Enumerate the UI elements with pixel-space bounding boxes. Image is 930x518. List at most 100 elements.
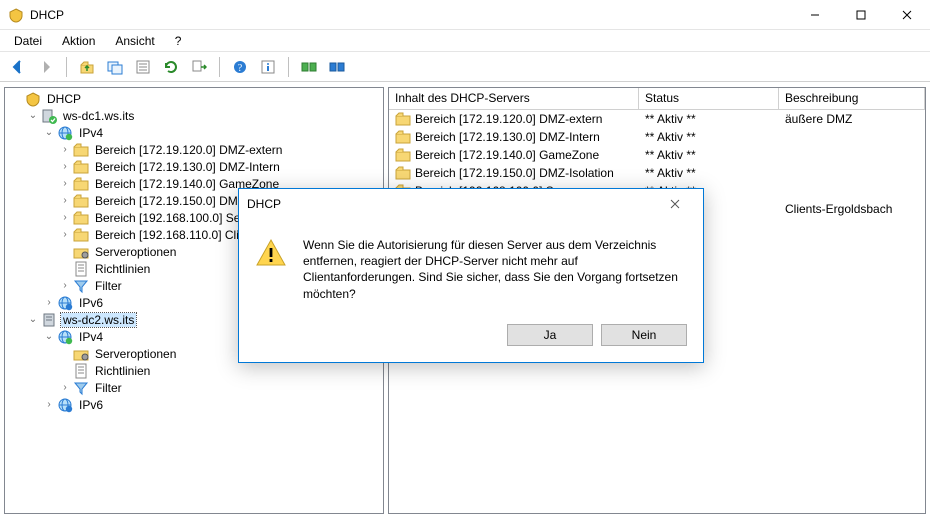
minimize-button[interactable] — [792, 0, 838, 30]
cell-status: ** Aktiv ** — [645, 112, 696, 126]
scope-icon — [73, 210, 89, 226]
export-icon — [191, 59, 207, 75]
forward-icon — [38, 59, 54, 75]
expander-icon[interactable]: › — [41, 295, 57, 311]
titlebar: DHCP — [0, 0, 930, 30]
tree-node-label: Serveroptionen — [93, 347, 178, 361]
expander-icon[interactable]: › — [41, 397, 57, 413]
expander-icon[interactable]: ⌄ — [41, 125, 57, 141]
tree-node-label: Richtlinien — [93, 262, 152, 276]
menubar: Datei Aktion Ansicht ? — [0, 30, 930, 52]
list-header: Inhalt des DHCP-Servers Status Beschreib… — [389, 88, 925, 110]
expander-icon[interactable]: › — [57, 278, 73, 294]
expander-icon[interactable]: › — [57, 380, 73, 396]
tree-node[interactable]: ›Bereich [172.19.120.0] DMZ-extern — [5, 141, 383, 158]
dhcp-blue-icon — [329, 59, 345, 75]
tree-node[interactable]: › IPv6 — [5, 396, 383, 413]
list-row[interactable]: Bereich [172.19.120.0] DMZ-extern** Akti… — [389, 110, 925, 128]
forward-button[interactable] — [34, 55, 58, 79]
list-row[interactable]: Bereich [172.19.140.0] GameZone ** Aktiv … — [389, 146, 925, 164]
info-icon — [260, 59, 276, 75]
cell-contents: Bereich [172.19.140.0] GameZone — [415, 148, 599, 162]
options-icon — [73, 244, 89, 260]
list-row[interactable]: Bereich [172.19.150.0] DMZ-Isolation** A… — [389, 164, 925, 182]
expander-icon[interactable]: ⌄ — [25, 312, 41, 328]
ipv4-icon — [57, 329, 73, 345]
tree-node-label: Bereich [172.19.130.0] DMZ-Intern — [93, 160, 282, 174]
expander-icon[interactable]: › — [57, 193, 73, 209]
tree-node-label: Richtlinien — [93, 364, 152, 378]
dhcp-root-icon — [25, 91, 41, 107]
tree-node-label: DHCP — [45, 92, 83, 106]
tree-node-label: ws-dc2.ws.its — [61, 313, 136, 327]
warning-icon — [255, 237, 287, 269]
col-description[interactable]: Beschreibung — [779, 88, 925, 109]
tree-node-label: IPv6 — [77, 398, 105, 412]
dhcp-blue-button[interactable] — [325, 55, 349, 79]
server-plain-icon — [41, 312, 57, 328]
expander-icon[interactable]: › — [57, 227, 73, 243]
col-contents[interactable]: Inhalt des DHCP-Servers — [389, 88, 639, 109]
scope-icon — [395, 111, 411, 127]
toolbar — [0, 52, 930, 82]
cell-contents: Bereich [172.19.130.0] DMZ-Intern — [415, 130, 600, 144]
toolbar-separator — [66, 57, 67, 77]
scope-icon — [73, 159, 89, 175]
dialog-titlebar: DHCP — [239, 189, 703, 219]
col-status[interactable]: Status — [639, 88, 779, 109]
properties-icon — [135, 59, 151, 75]
menu-help[interactable]: ? — [165, 32, 192, 50]
back-icon — [10, 59, 26, 75]
info-button[interactable] — [256, 55, 280, 79]
dhcp-green-button[interactable] — [297, 55, 321, 79]
expander-icon[interactable]: ⌄ — [25, 108, 41, 124]
export-button[interactable] — [187, 55, 211, 79]
maximize-button[interactable] — [838, 0, 884, 30]
no-button[interactable]: Nein — [601, 324, 687, 346]
cell-status: ** Aktiv ** — [645, 166, 696, 180]
refresh-button[interactable] — [159, 55, 183, 79]
expander-icon[interactable]: › — [57, 142, 73, 158]
ipv4-icon — [57, 125, 73, 141]
cell-status: ** Aktiv ** — [645, 148, 696, 162]
scope-icon — [73, 227, 89, 243]
expander-icon[interactable]: ⌄ — [41, 329, 57, 345]
scope-icon — [395, 129, 411, 145]
server-ok-icon — [41, 108, 57, 124]
tree-node-label: IPv6 — [77, 296, 105, 310]
scope-icon — [73, 176, 89, 192]
yes-button[interactable]: Ja — [507, 324, 593, 346]
menu-action[interactable]: Aktion — [52, 32, 105, 50]
toolbar-separator — [288, 57, 289, 77]
cell-status: ** Aktiv ** — [645, 130, 696, 144]
dialog-text: Wenn Sie die Autorisierung für diesen Se… — [303, 237, 687, 302]
tree-node-label: Filter — [93, 279, 124, 293]
new-window-icon — [107, 59, 123, 75]
back-button[interactable] — [6, 55, 30, 79]
dialog-close-button[interactable] — [655, 192, 695, 216]
tree-node[interactable]: › Bereich [172.19.130.0] DMZ-Intern — [5, 158, 383, 175]
expander-icon[interactable]: › — [57, 176, 73, 192]
confirm-dialog: DHCP Wenn Sie die Autorisierung für dies… — [238, 188, 704, 363]
toolbar-separator — [219, 57, 220, 77]
close-button[interactable] — [884, 0, 930, 30]
tree-node-label: IPv4 — [77, 330, 105, 344]
filter-icon — [73, 278, 89, 294]
up-button[interactable] — [75, 55, 99, 79]
cell-description: äußere DMZ — [785, 112, 852, 126]
options-icon — [73, 346, 89, 362]
help-button[interactable] — [228, 55, 252, 79]
expander-icon[interactable]: › — [57, 159, 73, 175]
tree-node[interactable]: ›Filter — [5, 379, 383, 396]
tree-node[interactable]: Richtlinien — [5, 362, 383, 379]
tree-node[interactable]: ⌄ws-dc1.ws.its — [5, 107, 383, 124]
filter-icon — [73, 380, 89, 396]
properties-button[interactable] — [131, 55, 155, 79]
menu-view[interactable]: Ansicht — [105, 32, 164, 50]
tree-node[interactable]: DHCP — [5, 90, 383, 107]
new-window-button[interactable] — [103, 55, 127, 79]
list-row[interactable]: Bereich [172.19.130.0] DMZ-Intern ** Akti… — [389, 128, 925, 146]
menu-file[interactable]: Datei — [4, 32, 52, 50]
expander-icon[interactable]: › — [57, 210, 73, 226]
tree-node[interactable]: ⌄IPv4 — [5, 124, 383, 141]
